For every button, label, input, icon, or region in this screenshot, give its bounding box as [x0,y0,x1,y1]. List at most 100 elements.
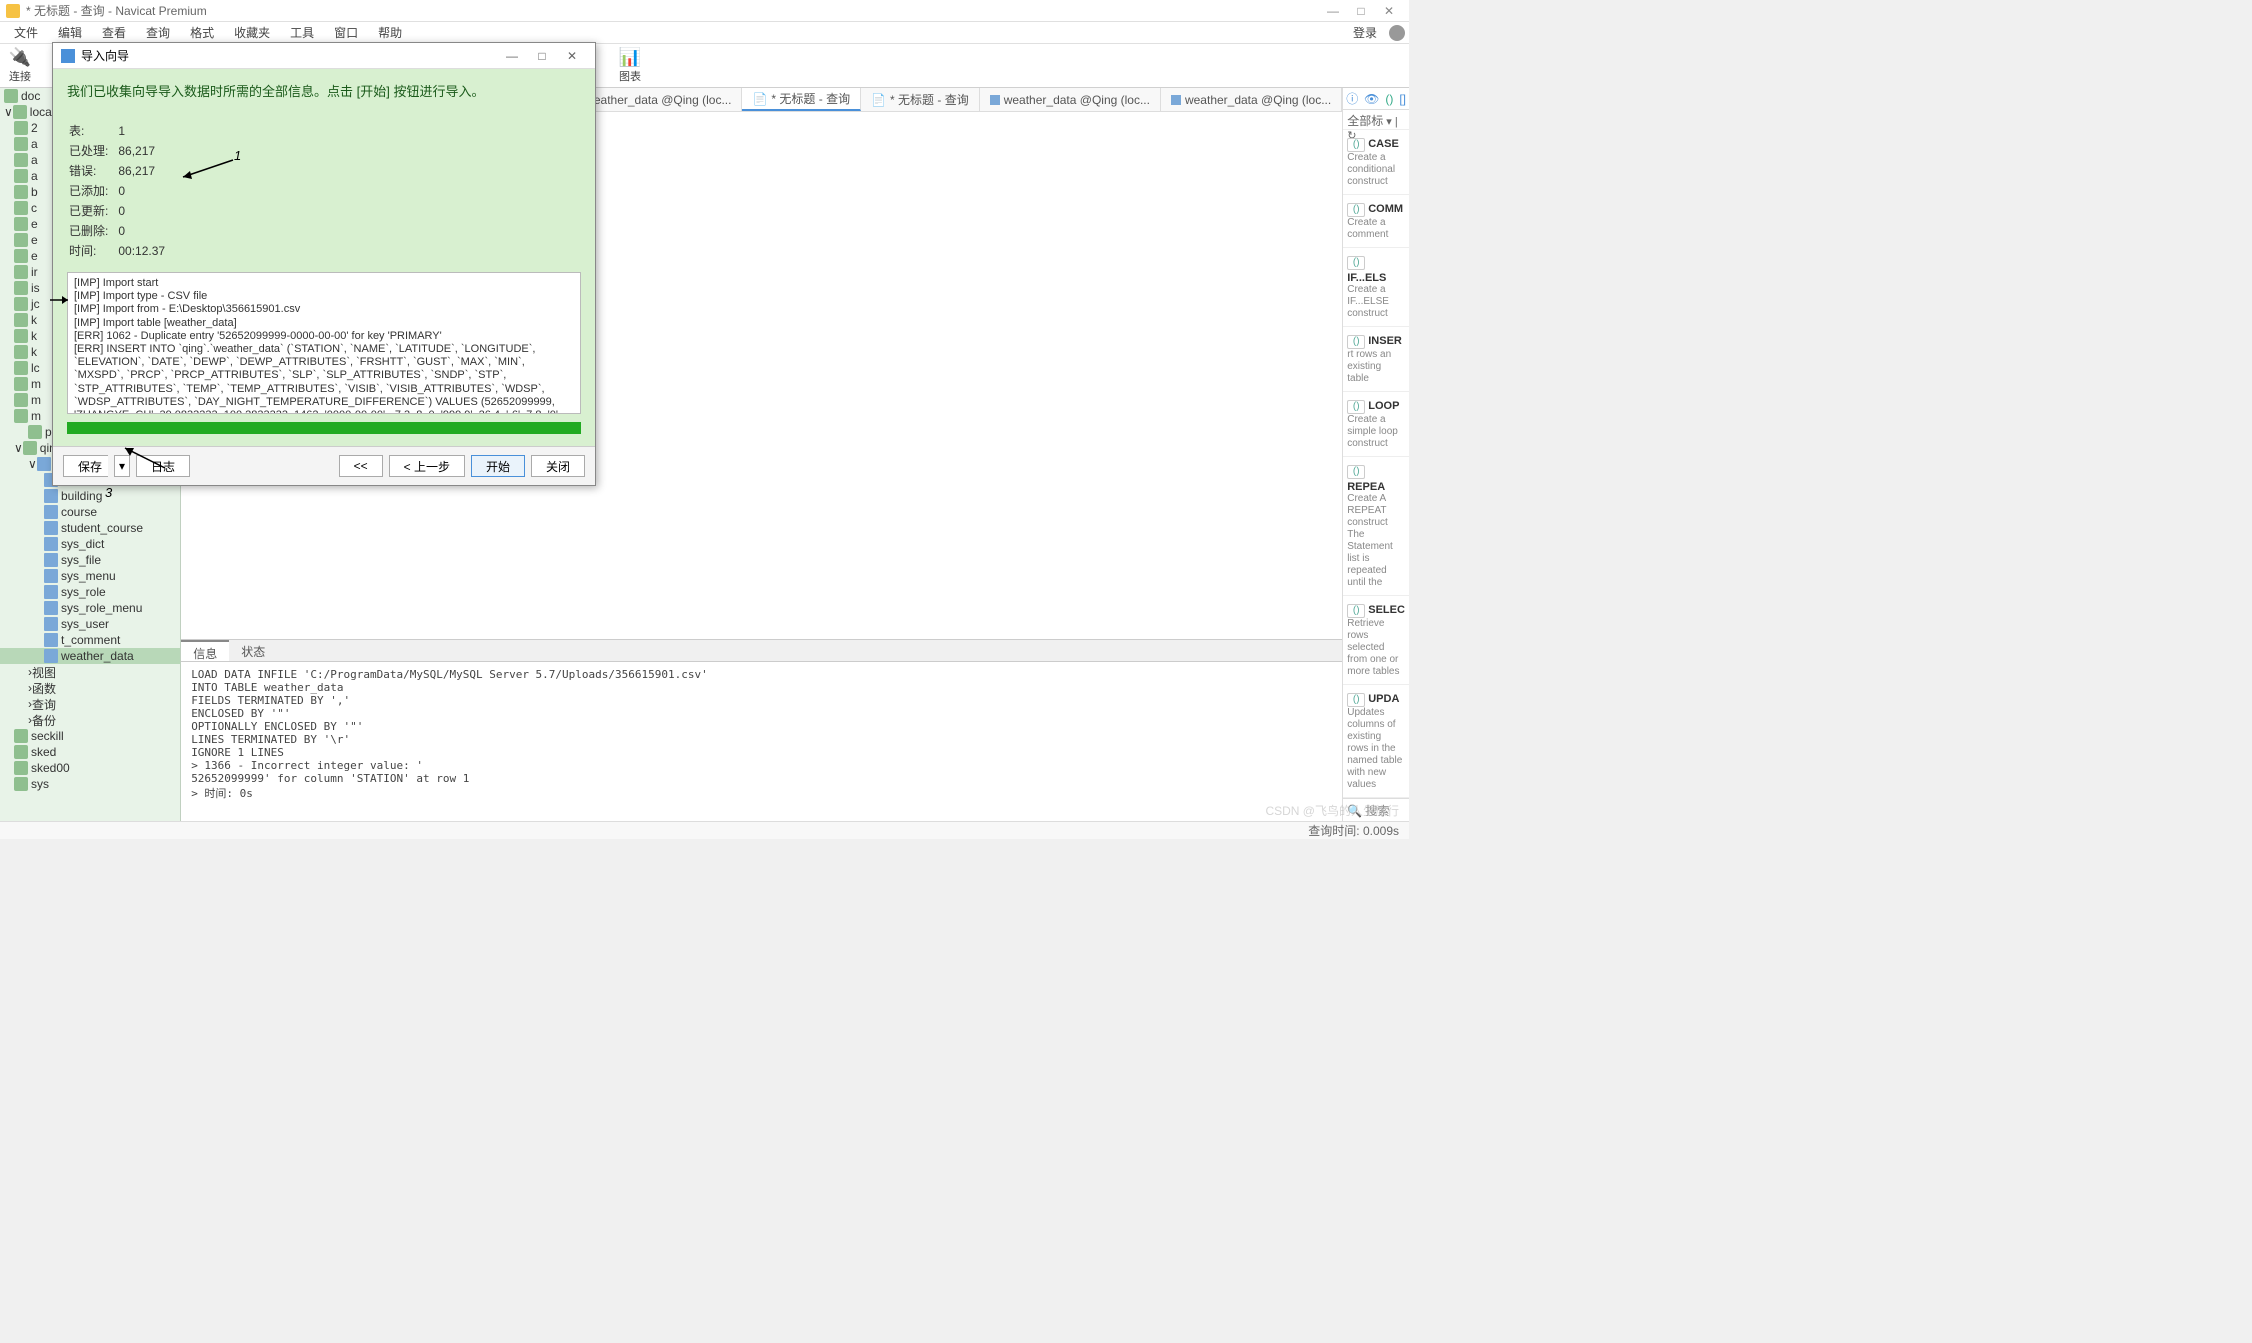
maximize-button[interactable]: □ [1347,4,1375,18]
close-button[interactable]: ✕ [1375,4,1403,18]
snippet-item[interactable]: ()REPEACreate A REPEAT construct The Sta… [1343,457,1409,596]
info-icon[interactable]: ⓘ [1346,90,1358,107]
snippets-panel: ⓘ 👁 () [] 全部标 ▾ | ↻ ()CASECreate a condi… [1342,88,1409,821]
database-icon [14,297,28,311]
tab[interactable]: weather_data @Qing (loc... [1161,88,1342,111]
log-button[interactable]: 日志 [136,455,190,477]
database-icon [14,201,28,215]
dialog-close[interactable]: ✕ [557,49,587,63]
database-icon [14,121,28,135]
menu-window[interactable]: 窗口 [324,24,368,41]
snippet-icon: () [1347,256,1365,270]
snippet-item[interactable]: ()COMMCreate a comment [1343,195,1409,248]
database-icon [14,777,28,791]
minimize-button[interactable]: — [1319,4,1347,18]
query-time: 查询时间: 0.009s [1308,822,1409,839]
menu-file[interactable]: 文件 [4,24,48,41]
snippet-icon: () [1347,465,1365,479]
login-link[interactable]: 登录 [1353,24,1385,41]
database-icon [14,217,28,231]
eye-icon[interactable]: 👁 [1364,92,1379,106]
menubar: 文件 编辑 查看 查询 格式 收藏夹 工具 窗口 帮助 登录 [0,22,1409,44]
snippet-item[interactable]: ()SELECRetrieve rows selected from one o… [1343,596,1409,685]
prev-button[interactable]: < 上一步 [389,455,465,477]
table-icon [44,489,58,503]
snippet-icon: () [1347,335,1365,349]
tab[interactable]: 📄* 无标题 - 查询 [861,88,980,111]
table-icon [44,601,58,615]
snippet-icon: () [1347,138,1365,152]
database-icon [14,137,28,151]
snippet-item[interactable]: ()LOOPCreate a simple loop construct [1343,392,1409,457]
snippet-item[interactable]: ()UPDAUpdates columns of existing rows i… [1343,685,1409,798]
snippet-item[interactable]: ()IF...ELSCreate a IF...ELSE construct [1343,248,1409,327]
menu-query[interactable]: 查询 [136,24,180,41]
start-button[interactable]: 开始 [471,455,525,477]
output-tabs: 信息 状态 [181,639,1342,661]
database-icon [14,361,28,375]
database-icon [14,169,28,183]
window-title: * 无标题 - 查询 - Navicat Premium [26,2,207,19]
table-icon [44,569,58,583]
snippet-icon: () [1347,604,1365,618]
menu-view[interactable]: 查看 [92,24,136,41]
app-icon [6,4,20,18]
wizard-icon [61,49,75,63]
import-stats: 表:1 已处理:86,217 错误:86,217 已添加:0 已更新:0 已删除… [67,120,175,262]
output-panel[interactable]: LOAD DATA INFILE 'C:/ProgramData/MySQL/M… [181,661,1342,821]
database-icon [28,425,42,439]
views-node[interactable]: 视图 [32,664,56,681]
database-icon [4,89,18,103]
chart-button[interactable]: 📊 图表 [610,47,650,84]
database-icon [14,185,28,199]
statusbar: 查询时间: 0.009s [0,821,1409,839]
table-icon [44,585,58,599]
menu-tools[interactable]: 工具 [280,24,324,41]
table-group-icon [37,457,51,471]
dialog-maximize[interactable]: □ [527,49,557,63]
save-dropdown[interactable]: ▾ [114,455,130,477]
first-button[interactable]: << [339,455,383,477]
menu-format[interactable]: 格式 [180,24,224,41]
database-icon [14,249,28,263]
snippet-icon: () [1347,400,1365,414]
backup-node[interactable]: 备份 [32,712,56,729]
queries-node[interactable]: 查询 [32,696,56,713]
database-icon [14,745,28,759]
import-log[interactable]: [IMP] Import start [IMP] Import type - C… [67,272,581,414]
output-tab-info[interactable]: 信息 [181,640,229,661]
window-titlebar: * 无标题 - 查询 - Navicat Premium — □ ✕ [0,0,1409,22]
table-icon [44,649,58,663]
snippet-item[interactable]: ()INSERrt rows an existing table [1343,327,1409,392]
dialog-minimize[interactable]: — [497,49,527,63]
dialog-title: 导入向导 [81,47,129,64]
close-button[interactable]: 关闭 [531,455,585,477]
snippet-icon: () [1347,203,1365,217]
selected-table[interactable]: weather_data [61,649,134,663]
menu-edit[interactable]: 编辑 [48,24,92,41]
progress-bar [67,422,581,434]
user-icon[interactable] [1389,25,1405,41]
functions-node[interactable]: 函数 [32,680,56,697]
database-icon [14,313,28,327]
brackets-icon[interactable]: [] [1399,92,1406,106]
database-icon [23,441,37,455]
snippet-item[interactable]: ()CASECreate a conditional construct [1343,130,1409,195]
menu-favorites[interactable]: 收藏夹 [224,24,280,41]
save-button[interactable]: 保存 [63,455,108,477]
snippet-icon: () [1347,693,1365,707]
table-icon [44,553,58,567]
table-icon [44,505,58,519]
database-icon [14,233,28,247]
code-icon[interactable]: () [1385,92,1393,106]
menu-help[interactable]: 帮助 [368,24,412,41]
watermark: CSDN @飞鸟的人生旅行 [1265,802,1399,819]
tab-active[interactable]: 📄* 无标题 - 查询 [742,88,861,111]
plug-icon: 🔌 [0,47,40,68]
output-tab-status[interactable]: 状态 [229,640,277,661]
table-icon [44,617,58,631]
dialog-message: 我们已收集向导导入数据时所需的全部信息。点击 [开始] 按钮进行导入。 [67,81,581,100]
database-icon [14,377,28,391]
tab[interactable]: weather_data @Qing (loc... [980,88,1161,111]
connect-button[interactable]: 🔌 连接 [0,47,40,84]
